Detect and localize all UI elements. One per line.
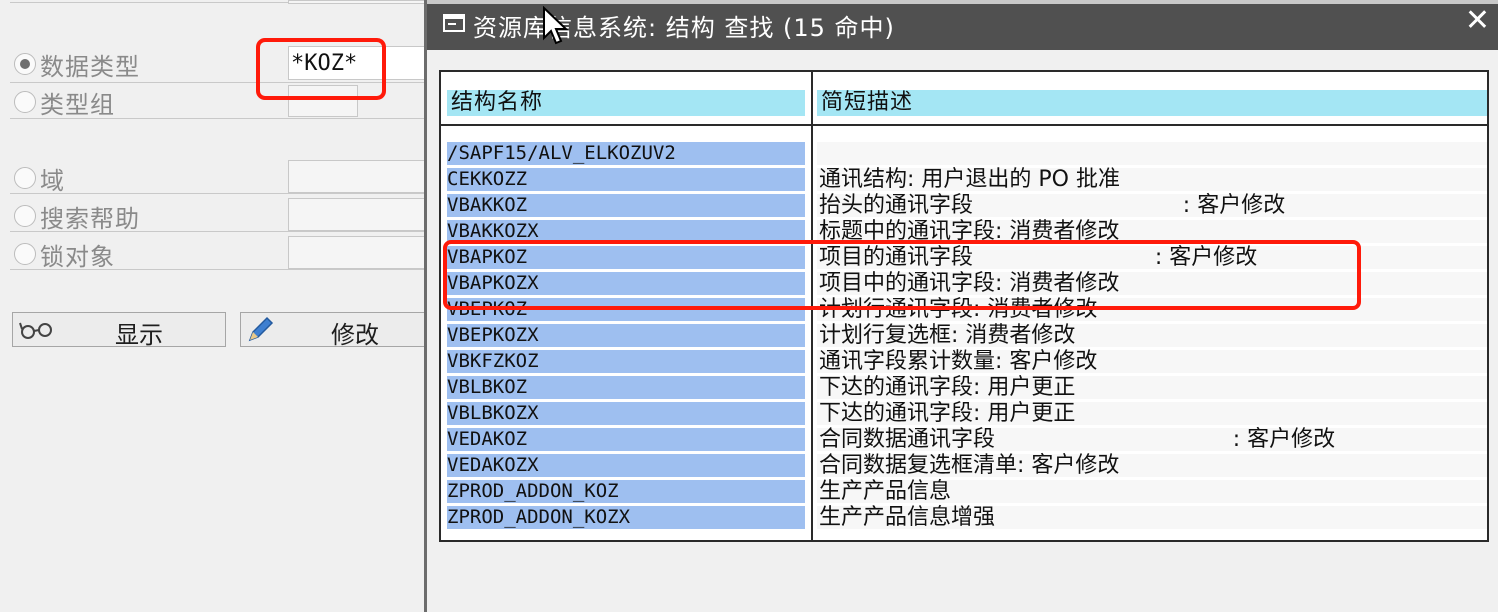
radio-button[interactable] (14, 243, 36, 265)
dialog-titlebar[interactable]: 资源库信息系统: 结构 查找 (15 命中) ✕ (427, 0, 1498, 50)
structure-name-cell[interactable]: CEKKOZZ (447, 168, 805, 191)
column-header-name[interactable]: 结构名称 (447, 90, 805, 116)
description-cell[interactable]: 下达的通讯字段: 用户更正 (817, 376, 1487, 399)
structure-name-cell[interactable]: ZPROD_ADDON_KOZX (447, 506, 805, 529)
radio-button[interactable] (14, 167, 36, 189)
description-cell[interactable]: 生产产品信息增强 (817, 506, 1487, 529)
radio-button[interactable] (14, 205, 36, 227)
structure-name-cell[interactable]: VBAKKOZ (447, 194, 805, 217)
change-button[interactable]: 修改 (240, 312, 430, 349)
titlebar-strip (427, 0, 1498, 4)
radio-label: 域 (40, 166, 65, 195)
close-icon[interactable]: ✕ (1465, 6, 1490, 36)
description-cell[interactable]: 计划行复选框: 消费者修改 (817, 324, 1487, 347)
repository-info-dialog: 资源库信息系统: 结构 查找 (15 命中) ✕ 结构名称 简短描述 /SAPF… (424, 0, 1498, 612)
display-button-label: 显示 (115, 321, 163, 349)
search-help-input[interactable] (288, 198, 427, 231)
pencil-icon (248, 316, 274, 342)
structure-name-cell[interactable]: VBKFZKOZ (447, 350, 805, 373)
row-highlight-box (443, 240, 1361, 310)
structure-name-cell[interactable]: VBLBKOZX (447, 402, 805, 425)
dialog-title: 资源库信息系统: 结构 查找 (15 命中) (473, 14, 895, 42)
description-cell[interactable]: 合同数据通讯字段 : 客户修改 (817, 428, 1487, 451)
highlight-box (256, 38, 386, 100)
description-cell[interactable]: 生产产品信息 (817, 480, 1487, 503)
radio-label: 锁对象 (40, 242, 115, 271)
structure-name-cell[interactable]: VBLBKOZ (447, 376, 805, 399)
radio-label: 类型组 (40, 90, 115, 119)
radio-type-group[interactable]: 类型组 (14, 86, 115, 119)
glasses-icon (19, 322, 52, 339)
structure-name-cell[interactable]: ZPROD_ADDON_KOZ (447, 480, 805, 503)
structure-name-cell[interactable]: VBEPKOZX (447, 324, 805, 347)
radio-domain[interactable]: 域 (14, 162, 65, 195)
radio-button[interactable] (14, 53, 36, 75)
structure-name-cell[interactable]: VEDAKOZ (447, 428, 805, 451)
description-cell[interactable]: 下达的通讯字段: 用户更正 (817, 402, 1487, 425)
radio-label: 搜索帮助 (40, 204, 140, 233)
domain-input[interactable] (288, 160, 427, 193)
dialog-icon (443, 14, 465, 32)
radio-label: 数据类型 (40, 52, 140, 81)
column-header-description[interactable]: 简短描述 (817, 90, 1487, 116)
description-cell[interactable]: 通讯结构: 用户退出的 PO 批准 (817, 168, 1487, 191)
left-panel: 数据类型 类型组 域 搜索帮助 锁对象 *KOZ* 显示 修改 (0, 0, 430, 612)
mouse-cursor-icon (543, 6, 569, 45)
change-button-label: 修改 (331, 321, 379, 349)
description-cell[interactable]: 抬头的通讯字段 : 客户修改 (817, 194, 1487, 217)
header-divider (441, 124, 1487, 126)
structure-name-cell[interactable]: VEDAKOZX (447, 454, 805, 477)
lock-object-input[interactable] (288, 236, 427, 269)
display-button[interactable]: 显示 (12, 312, 226, 349)
top-field-remnant (288, 0, 427, 4)
description-cell[interactable]: 合同数据复选框清单: 客户修改 (817, 454, 1487, 477)
radio-data-type[interactable]: 数据类型 (14, 48, 140, 81)
description-cell[interactable]: 通讯字段累计数量: 客户修改 (817, 350, 1487, 373)
radio-lock-object[interactable]: 锁对象 (14, 238, 115, 271)
divider (10, 193, 425, 194)
radio-search-help[interactable]: 搜索帮助 (14, 200, 140, 233)
description-cell[interactable] (817, 142, 1487, 165)
radio-button[interactable] (14, 91, 36, 113)
structure-name-cell[interactable]: /SAPF15/ALV_ELKOZUV2 (447, 142, 805, 165)
